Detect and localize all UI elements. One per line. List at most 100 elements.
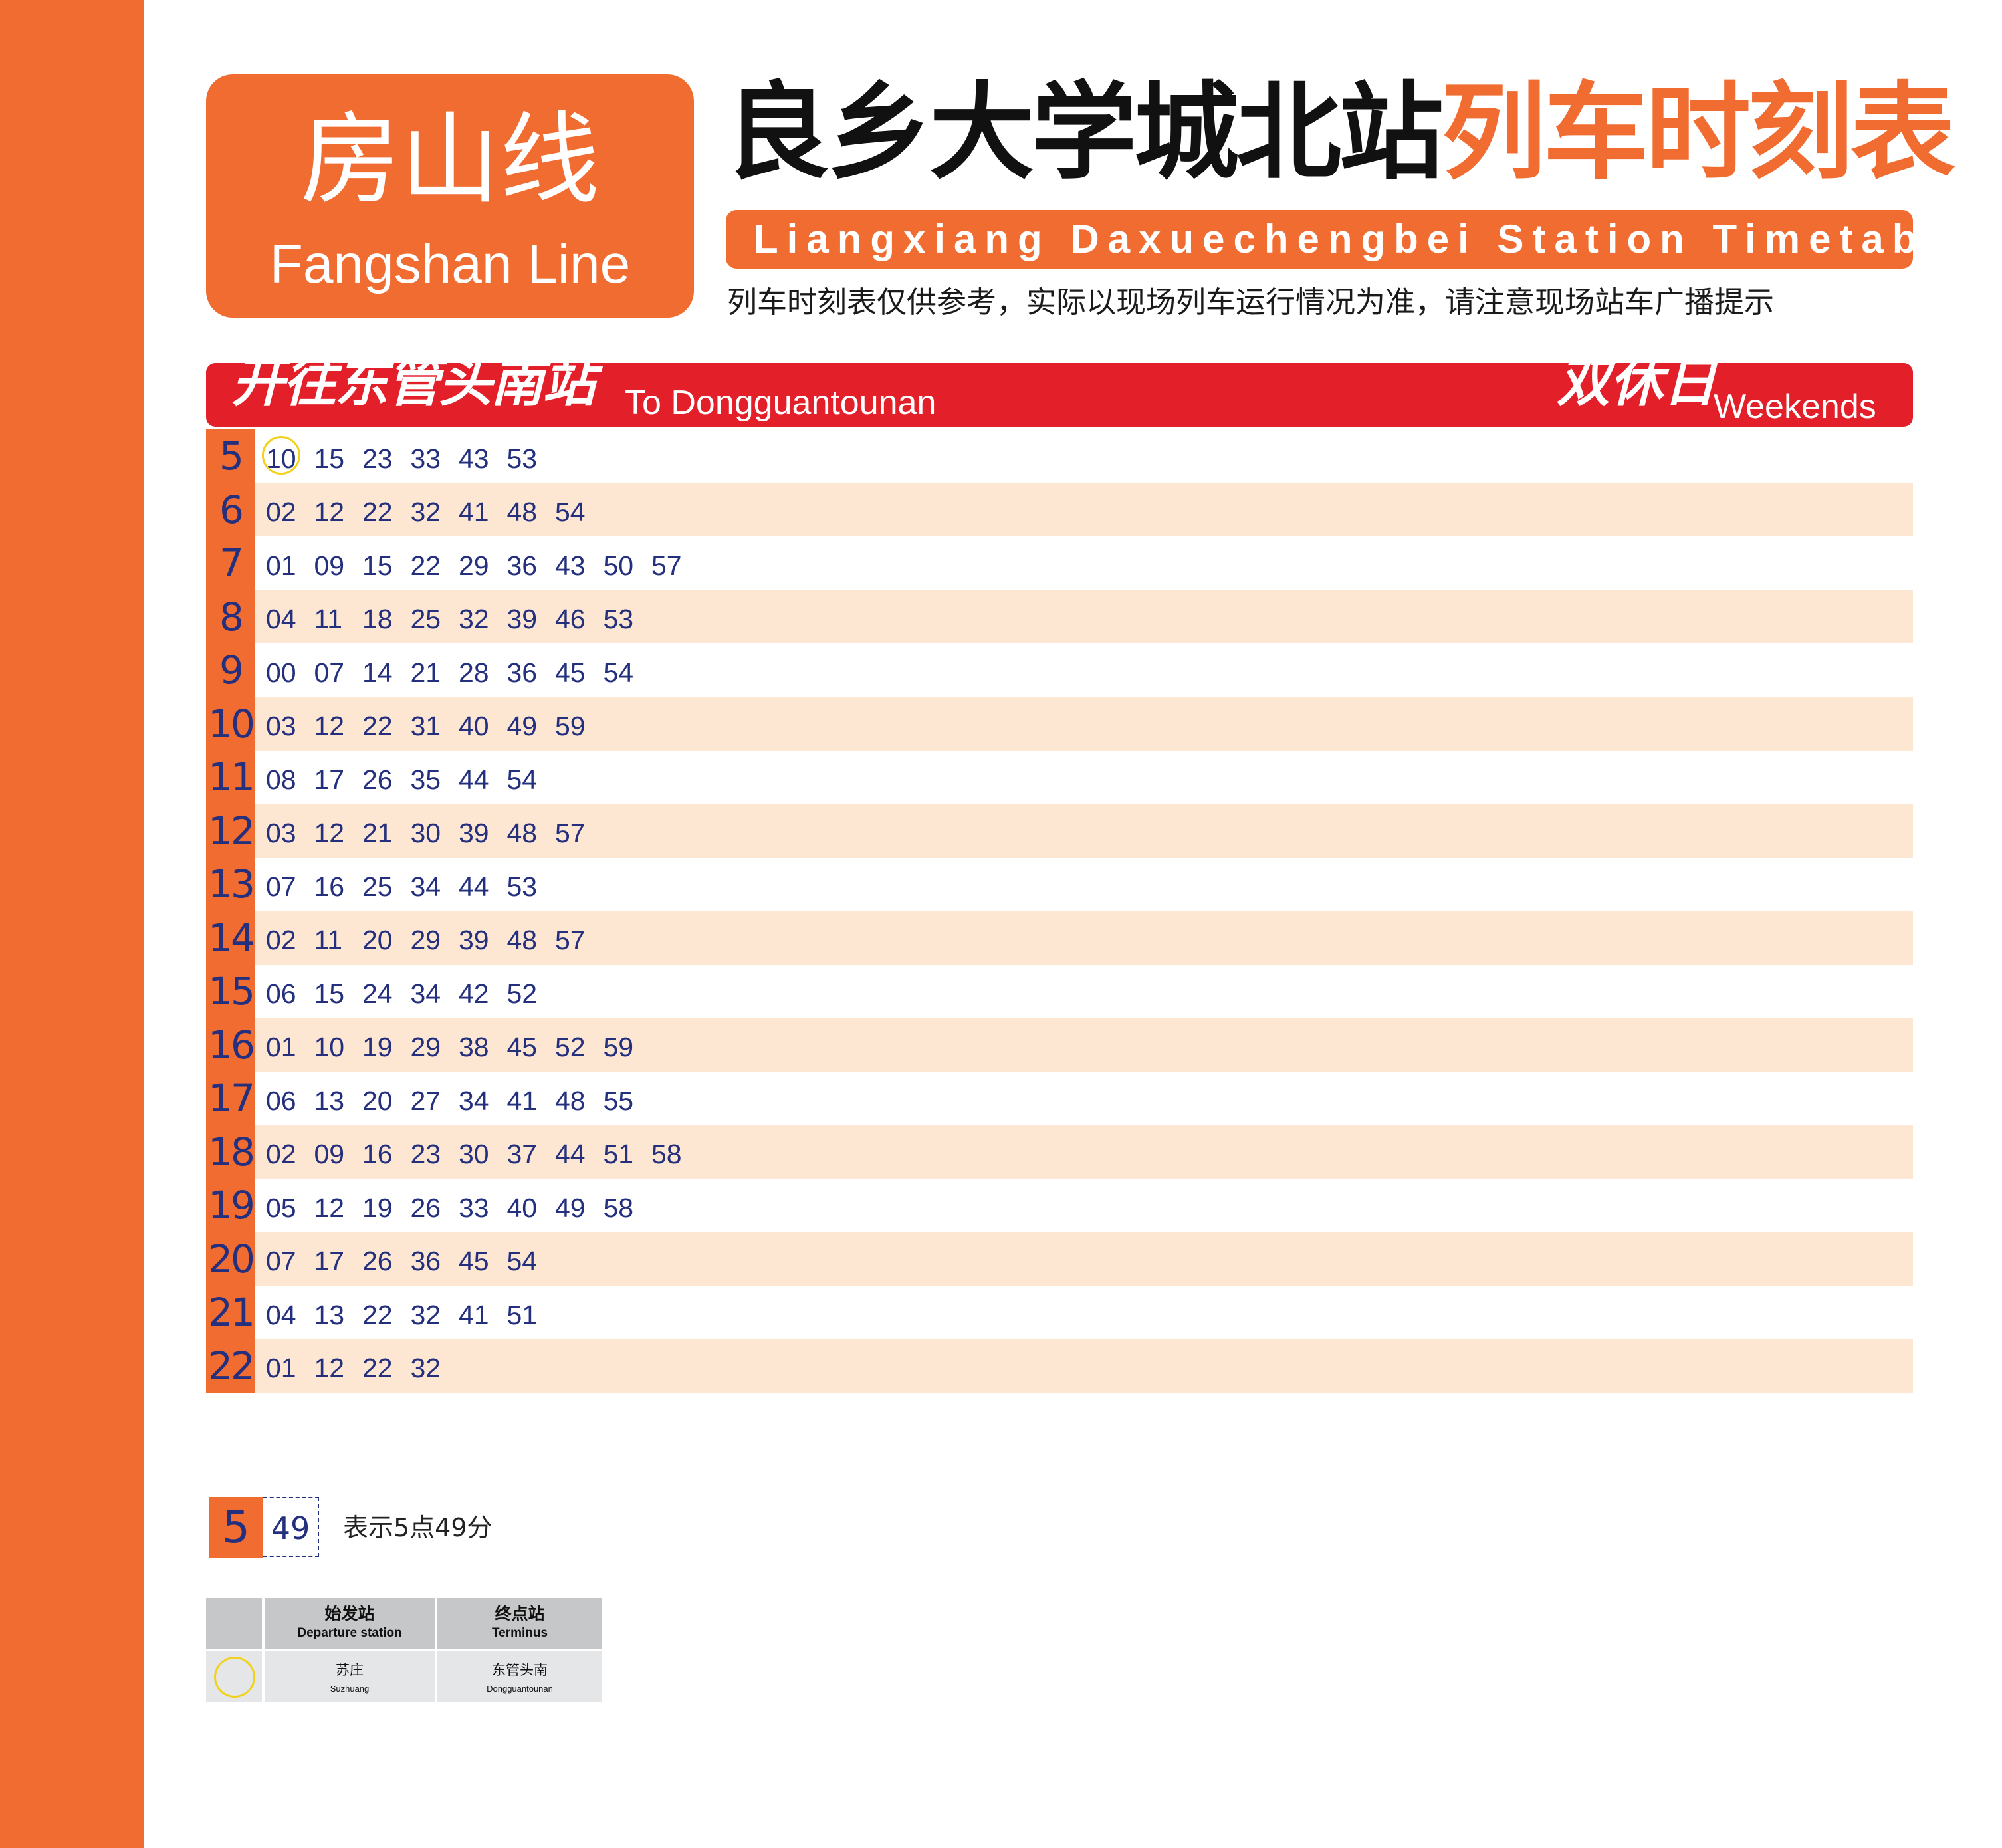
minute-value: 54 [603, 657, 634, 688]
minutes-list: 10 15 23 33 43 53 [266, 429, 555, 483]
hour-cell: 12 [206, 804, 255, 858]
minute-value: 22 [362, 1353, 393, 1384]
line-name-en: Fangshan Line [269, 234, 631, 294]
minutes-list: 03 12 21 30 39 48 57 [266, 804, 604, 858]
minute-value: 22 [362, 1299, 393, 1330]
minute-value: 44 [555, 1139, 586, 1170]
minute-value: 17 [314, 764, 345, 795]
hour-cell: 18 [206, 1125, 255, 1179]
terminus-header-cn: 终点站 [495, 1604, 545, 1623]
minutes-list: 08 17 26 35 44 54 [266, 751, 555, 804]
hour-cell: 9 [206, 643, 255, 697]
legend-minute: 49 [263, 1497, 319, 1557]
minute-value: 26 [362, 764, 393, 795]
minute-value: 07 [314, 657, 345, 688]
minutes-list: 02 12 22 32 41 48 54 [266, 483, 604, 537]
timetable-row: 13 07 16 25 34 44 53 [206, 858, 1913, 911]
minute-value: 55 [603, 1085, 634, 1116]
station-table-header: 始发站 Departure station 终点站 Terminus [206, 1598, 602, 1651]
minute-value: 26 [362, 1246, 393, 1277]
minute-value: 07 [266, 871, 296, 902]
origin-marker-icon [214, 1657, 255, 1698]
timetable-row: 10 03 12 22 31 40 49 59 [206, 697, 1913, 751]
minute-value: 08 [266, 764, 296, 795]
minute-value: 42 [459, 978, 489, 1009]
english-title: Liangxiang Daxuechengbei Station Timetab… [726, 210, 1913, 269]
minute-value: 32 [410, 1353, 441, 1384]
minute-value: 16 [314, 871, 345, 902]
minute-value: 03 [266, 818, 296, 849]
minute-value: 13 [314, 1085, 345, 1116]
minute-value: 29 [410, 925, 441, 956]
minute-value: 03 [266, 711, 296, 742]
minute-value: 49 [506, 711, 538, 742]
minute-value: 18 [362, 604, 393, 635]
hour-cell: 13 [206, 858, 255, 911]
minute-value: 15 [362, 550, 393, 581]
departure-header: 始发站 Departure station [265, 1598, 435, 1649]
departure-header-cn: 始发站 [324, 1604, 375, 1623]
timetable-label: 列车时刻表 [1441, 72, 1955, 194]
minute-value: 14 [362, 657, 393, 688]
minute-value: 21 [362, 818, 393, 849]
minute-value: 36 [506, 657, 538, 688]
minute-value: 54 [506, 764, 538, 795]
minute-value: 37 [506, 1139, 538, 1170]
minute-value: 39 [459, 925, 489, 956]
minute-value: 20 [362, 925, 393, 956]
minute-value: 24 [362, 978, 393, 1009]
departure-header-en: Departure station [297, 1626, 402, 1640]
minute-value: 23 [410, 1139, 441, 1170]
minute-value: 59 [603, 1032, 634, 1063]
minute-value: 06 [266, 1085, 296, 1116]
timetable-row: 19 05 12 19 26 33 40 49 58 [206, 1179, 1913, 1232]
hour-cell: 20 [206, 1232, 255, 1286]
minute-value: 43 [459, 443, 489, 474]
minute-value: 45 [459, 1246, 489, 1277]
minute-value: 12 [314, 497, 345, 528]
minute-value: 26 [410, 1192, 441, 1223]
hour-cell: 19 [206, 1179, 255, 1232]
minute-value: 48 [506, 818, 538, 849]
departure-station-en: Suzhuang [330, 1684, 370, 1694]
minute-value: 43 [555, 550, 586, 581]
hour-cell: 10 [206, 697, 255, 751]
direction-cn: 开往东管头南站 [231, 352, 596, 413]
timetable-row: 16 01 10 19 29 38 45 52 59 [206, 1018, 1913, 1072]
minute-value: 01 [266, 1032, 296, 1063]
minute-value: 05 [266, 1192, 296, 1223]
timetable-row: 12 03 12 21 30 39 48 57 [206, 804, 1913, 858]
hour-cell: 5 [206, 429, 255, 483]
minute-value: 34 [410, 871, 441, 902]
timetable: 5 10 15 23 33 43 53 6 02 12 22 32 41 48 54 7 01 09 15 22 29 3… [206, 429, 1913, 1393]
timetable-row: 6 02 12 22 32 41 48 54 [206, 483, 1913, 537]
timetable-row: 5 10 15 23 33 43 53 [206, 429, 1913, 483]
minutes-list: 07 17 26 36 45 54 [266, 1232, 555, 1286]
minutes-list: 01 12 22 32 [266, 1339, 459, 1393]
minute-value: 04 [266, 1299, 296, 1330]
minute-value: 02 [266, 925, 296, 956]
hour-cell: 21 [206, 1286, 255, 1339]
minute-value: 02 [266, 1139, 296, 1170]
minute-value: 22 [362, 711, 393, 742]
minute-value: 22 [410, 550, 441, 581]
minute-value: 22 [362, 497, 393, 528]
minute-value: 13 [314, 1299, 345, 1330]
minute-value: 58 [603, 1192, 634, 1223]
minute-value: 33 [410, 443, 441, 474]
timetable-row: 22 01 12 22 32 [206, 1339, 1913, 1393]
minute-value: 57 [555, 925, 586, 956]
minutes-list: 05 12 19 26 33 40 49 58 [266, 1179, 651, 1232]
minute-value: 41 [459, 497, 489, 528]
minute-value: 48 [506, 925, 538, 956]
hour-cell: 8 [206, 590, 255, 643]
minutes-list: 03 12 22 31 40 49 59 [266, 697, 604, 751]
minute-value: 00 [266, 657, 296, 688]
minute-value: 40 [459, 711, 489, 742]
minute-value: 29 [459, 550, 489, 581]
minute-value: 48 [506, 497, 538, 528]
minute-value: 53 [506, 443, 538, 474]
hour-cell: 11 [206, 751, 255, 804]
line-badge: 房山线 Fangshan Line [206, 74, 694, 318]
minute-value: 35 [410, 764, 441, 795]
